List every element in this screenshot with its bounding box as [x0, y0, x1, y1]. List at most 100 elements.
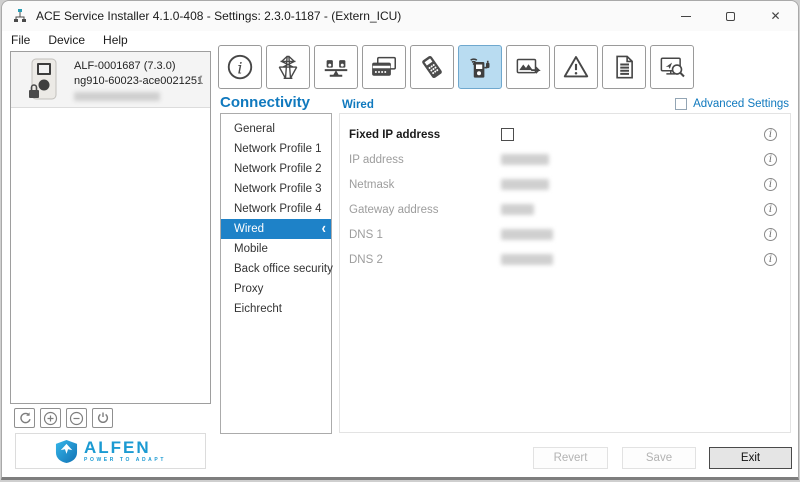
- nav-item-wired[interactable]: Wired ‹: [221, 219, 331, 239]
- form-row-fixed-ip: Fixed IP address i: [340, 122, 790, 147]
- brand-logo: ALFEN POWER TO ADAPT: [15, 433, 206, 469]
- tab-power-grid[interactable]: [266, 45, 310, 89]
- redacted-value: [501, 154, 549, 165]
- info-icon: i: [227, 54, 253, 80]
- nav-item-network-profile-3[interactable]: Network Profile 3: [221, 179, 331, 199]
- nav-selected-chevron-icon: ‹: [321, 218, 326, 237]
- save-button[interactable]: Save: [622, 447, 696, 469]
- tab-info[interactable]: i: [218, 45, 262, 89]
- device-name: ALF-0001687 (7.3.0): [74, 59, 176, 72]
- tab-warnings[interactable]: [554, 45, 598, 89]
- app-icon: [14, 9, 26, 22]
- advanced-settings-checkbox[interactable]: [675, 98, 688, 110]
- titlebar: ACE Service Installer 4.1.0-408 - Settin…: [2, 1, 798, 31]
- monitor-search-icon: [660, 57, 685, 78]
- info-icon[interactable]: i: [764, 153, 777, 166]
- load-balancing-icon: [324, 60, 348, 77]
- app-window: ACE Service Installer 4.1.0-408 - Settin…: [1, 0, 799, 480]
- wired-settings-form: Fixed IP address i IP address i Netmask …: [339, 113, 791, 433]
- device-actions: [14, 408, 113, 428]
- device-redacted-detail: [74, 91, 160, 101]
- info-icon[interactable]: i: [764, 253, 777, 266]
- remove-device-button[interactable]: [66, 408, 87, 428]
- nav-item-proxy[interactable]: Proxy: [221, 279, 331, 299]
- minus-circle-icon: [69, 411, 84, 425]
- advanced-settings-label[interactable]: Advanced Settings: [693, 98, 789, 110]
- field-label: Fixed IP address: [349, 128, 441, 141]
- refresh-button[interactable]: [14, 408, 35, 428]
- panel-title: Wired: [342, 99, 374, 111]
- redacted-value: [501, 179, 549, 190]
- field-label: DNS 2: [349, 253, 383, 266]
- menu-device[interactable]: Device: [39, 33, 94, 47]
- refresh-icon: [19, 412, 31, 424]
- tab-payment-cards[interactable]: [362, 45, 406, 89]
- tab-diagnostics[interactable]: [650, 45, 694, 89]
- charger-thumbnail-icon: [27, 57, 61, 103]
- nav-item-eichrecht[interactable]: Eichrecht: [221, 299, 331, 319]
- advanced-settings: Advanced Settings: [675, 98, 789, 110]
- form-row-netmask: Netmask i: [340, 172, 790, 197]
- fixed-ip-checkbox[interactable]: [501, 128, 514, 141]
- tab-display[interactable]: [506, 45, 550, 89]
- tab-connectivity[interactable]: [458, 45, 502, 89]
- form-row-dns1: DNS 1 i: [340, 222, 790, 247]
- power-icon: [97, 412, 108, 423]
- field-label: Gateway address: [349, 203, 439, 216]
- info-icon[interactable]: i: [764, 203, 777, 216]
- info-icon[interactable]: i: [764, 228, 777, 241]
- tab-payment-terminal[interactable]: [410, 45, 454, 89]
- nav-item-mobile[interactable]: Mobile: [221, 239, 331, 259]
- display-image-icon: [516, 58, 541, 74]
- settings-nav: General Network Profile 1 Network Profil…: [220, 113, 333, 434]
- window-title: ACE Service Installer 4.1.0-408 - Settin…: [36, 9, 402, 23]
- alfen-shield-icon: [55, 439, 78, 463]
- brand-tagline: POWER TO ADAPT: [84, 456, 166, 463]
- device-serial: ng910-60023-ace0021251: [74, 74, 204, 87]
- form-row-gateway: Gateway address i: [340, 197, 790, 222]
- form-row-dns2: DNS 2 i: [340, 247, 790, 272]
- exit-button[interactable]: Exit: [709, 447, 792, 469]
- field-label: IP address: [349, 153, 404, 166]
- tab-load-balancing[interactable]: [314, 45, 358, 89]
- log-document-icon: [616, 55, 633, 79]
- field-label: Netmask: [349, 178, 395, 191]
- revert-button[interactable]: Revert: [533, 447, 608, 469]
- menu-help[interactable]: Help: [94, 33, 137, 47]
- close-icon[interactable]: ✕: [753, 1, 798, 31]
- nav-item-back-office-security[interactable]: Back office security: [221, 259, 333, 279]
- add-device-button[interactable]: [40, 408, 61, 428]
- plus-circle-icon: [43, 411, 58, 425]
- form-row-ip-address: IP address i: [340, 147, 790, 172]
- device-list-panel: ALF-0001687 (7.3.0) ng910-60023-ace00212…: [10, 51, 211, 404]
- payment-terminal-icon: [422, 55, 442, 79]
- brand-name: ALFEN: [84, 437, 151, 457]
- settings-toolbar: i: [218, 45, 694, 89]
- menu-file[interactable]: File: [2, 33, 39, 47]
- redacted-value: [501, 204, 534, 215]
- minimize-icon[interactable]: [663, 1, 708, 31]
- window-controls: ✕: [663, 1, 798, 31]
- device-collapse-chevron-icon[interactable]: ‹: [198, 69, 203, 91]
- field-label: DNS 1: [349, 228, 383, 241]
- tab-logs[interactable]: [602, 45, 646, 89]
- charging-station-icon: [470, 58, 490, 78]
- svg-text:i: i: [237, 58, 242, 77]
- maximize-icon[interactable]: [708, 1, 753, 31]
- device-list-item[interactable]: ALF-0001687 (7.3.0) ng910-60023-ace00212…: [11, 52, 210, 108]
- info-icon[interactable]: i: [764, 178, 777, 191]
- section-title: Connectivity: [220, 94, 311, 111]
- nav-item-network-profile-4[interactable]: Network Profile 4: [221, 199, 331, 219]
- warning-icon: [563, 56, 589, 78]
- nav-item-network-profile-1[interactable]: Network Profile 1: [221, 139, 331, 159]
- redacted-value: [501, 229, 553, 240]
- payment-cards-icon: [372, 56, 396, 76]
- redacted-value: [501, 254, 553, 265]
- power-button[interactable]: [92, 408, 113, 428]
- nav-item-general[interactable]: General: [221, 119, 331, 139]
- device-info: ALF-0001687 (7.3.0) ng910-60023-ace00212…: [74, 59, 203, 101]
- info-icon[interactable]: i: [764, 128, 777, 141]
- nav-item-label: Wired: [234, 223, 265, 235]
- nav-item-network-profile-2[interactable]: Network Profile 2: [221, 159, 331, 179]
- power-pylon-icon: [278, 55, 298, 79]
